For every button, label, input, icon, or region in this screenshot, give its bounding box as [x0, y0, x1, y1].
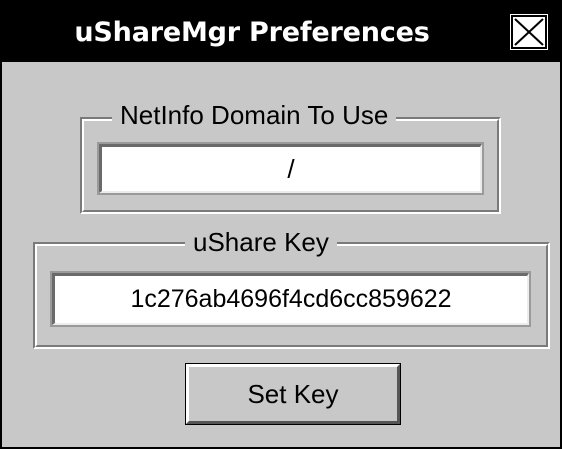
preferences-window: uShareMgr Preferences NetInfo Domain To …	[0, 0, 562, 449]
netinfo-domain-field[interactable]	[97, 142, 484, 195]
ushare-key-field[interactable]	[50, 271, 531, 327]
window-content: NetInfo Domain To Use uShare Key Set Key	[2, 62, 560, 447]
netinfo-group-label: NetInfo Domain To Use	[112, 101, 397, 129]
close-button[interactable]	[510, 14, 548, 50]
title-bar[interactable]: uShareMgr Preferences	[2, 2, 560, 62]
set-key-button[interactable]: Set Key	[185, 363, 401, 425]
window-title: uShareMgr Preferences	[74, 17, 430, 48]
close-icon	[514, 18, 544, 46]
ushare-key-group-label: uShare Key	[185, 228, 337, 256]
